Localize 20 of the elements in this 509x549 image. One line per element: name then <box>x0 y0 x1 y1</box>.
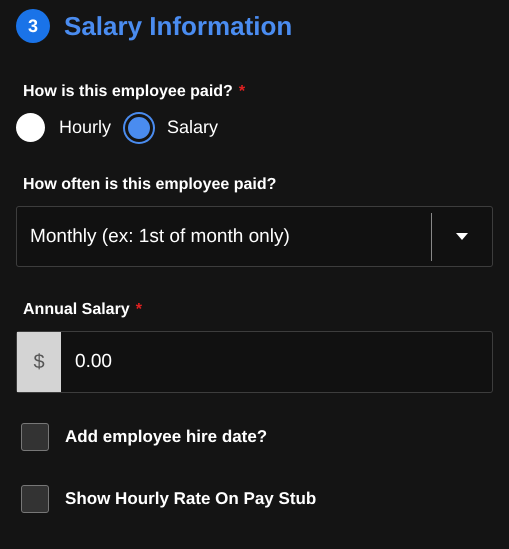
required-mark: * <box>238 83 246 101</box>
radio-button[interactable] <box>125 114 154 142</box>
radio-label: Salary <box>167 117 218 138</box>
checkbox-label: Add employee hire date? <box>65 427 268 447</box>
section-title: Salary Information <box>64 10 292 42</box>
field-value: 0.00 <box>75 351 112 373</box>
caret-icon <box>456 232 468 240</box>
currency-prefix: $ <box>17 332 61 392</box>
field-label: Annual Salary <box>23 301 130 319</box>
field-label: How often is this employee paid? <box>23 176 276 194</box>
checkbox[interactable] <box>21 485 49 513</box>
checkbox-label: Show Hourly Rate On Pay Stub <box>65 489 316 509</box>
radio-label: Hourly <box>59 117 112 138</box>
radio-button[interactable] <box>16 113 45 142</box>
required-mark: * <box>136 301 142 319</box>
checkbox[interactable] <box>21 423 49 451</box>
annual-salary-field[interactable]: $ 0.00 <box>16 331 493 393</box>
field-label: How is this employee paid? <box>23 83 233 101</box>
pay-frequency-dropdown[interactable]: Monthly (ex: 1st of month only) <box>16 206 493 267</box>
step-number-badge: 3 <box>16 9 50 43</box>
